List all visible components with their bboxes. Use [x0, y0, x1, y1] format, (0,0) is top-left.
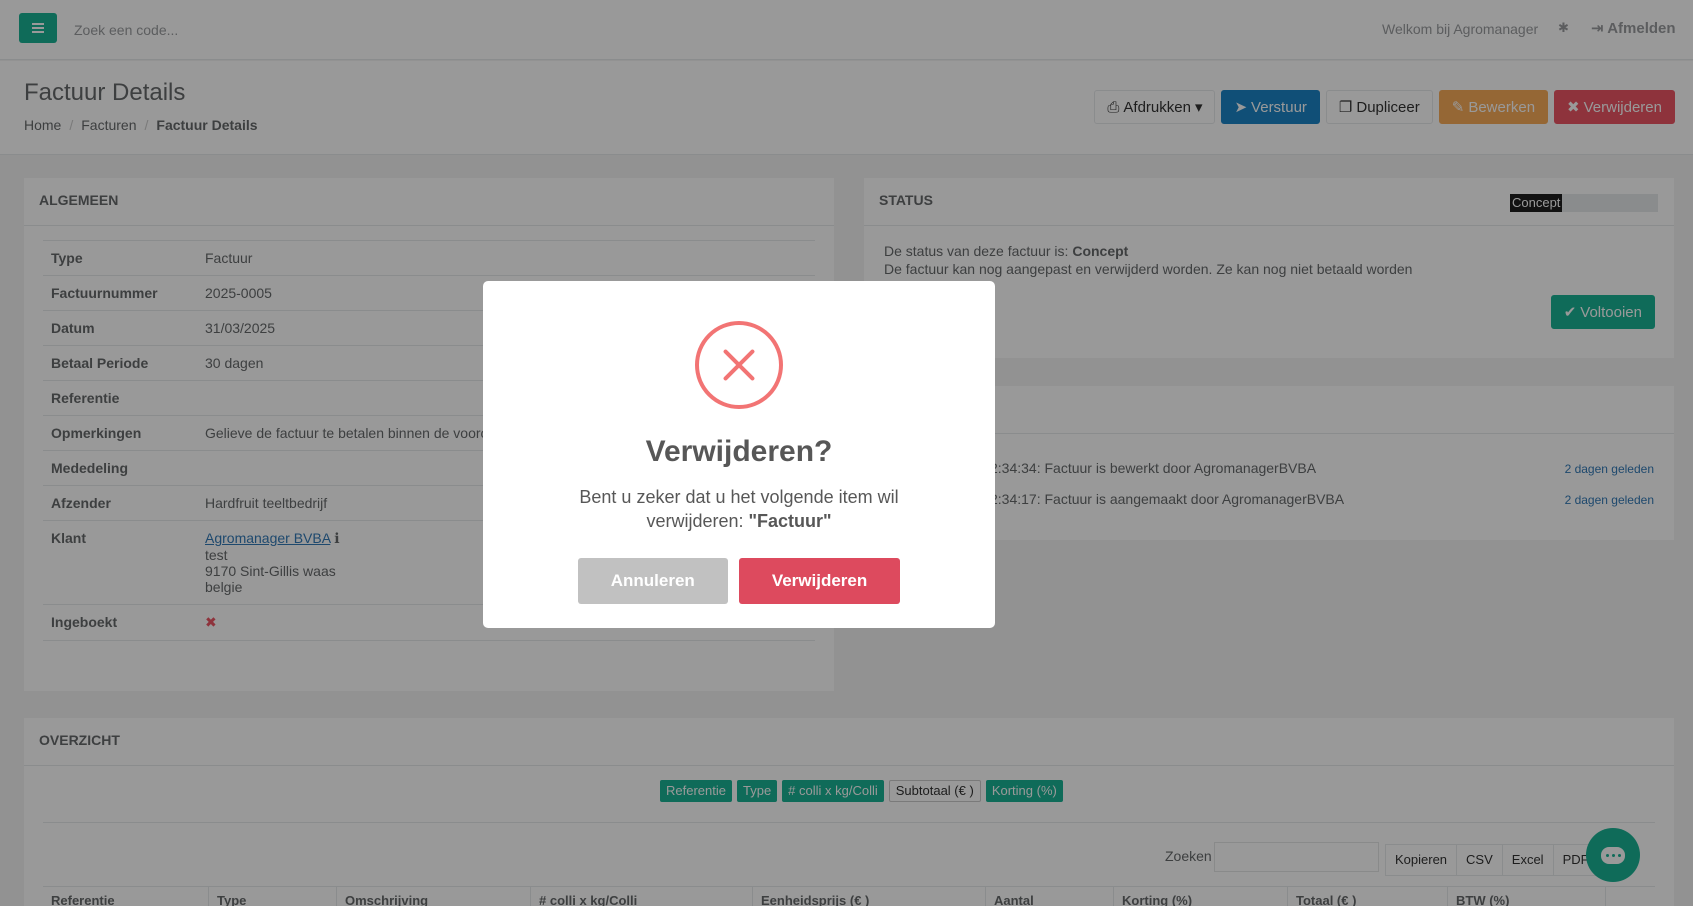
delete-confirm-dialog: Verwijderen? Bent u zeker dat u het volg… — [483, 281, 995, 628]
dialog-item-name: "Factuur" — [748, 511, 832, 531]
dialog-message-text: Bent u zeker dat u het volgende item wil… — [579, 487, 899, 531]
dialog-message: Bent u zeker dat u het volgende item wil… — [553, 485, 925, 533]
dialog-buttons: Annuleren Verwijderen — [483, 558, 995, 604]
dialog-title: Verwijderen? — [645, 435, 833, 468]
cancel-button[interactable]: Annuleren — [577, 558, 728, 604]
confirm-delete-button[interactable]: Verwijderen — [738, 558, 901, 604]
error-circle-icon — [695, 321, 783, 409]
